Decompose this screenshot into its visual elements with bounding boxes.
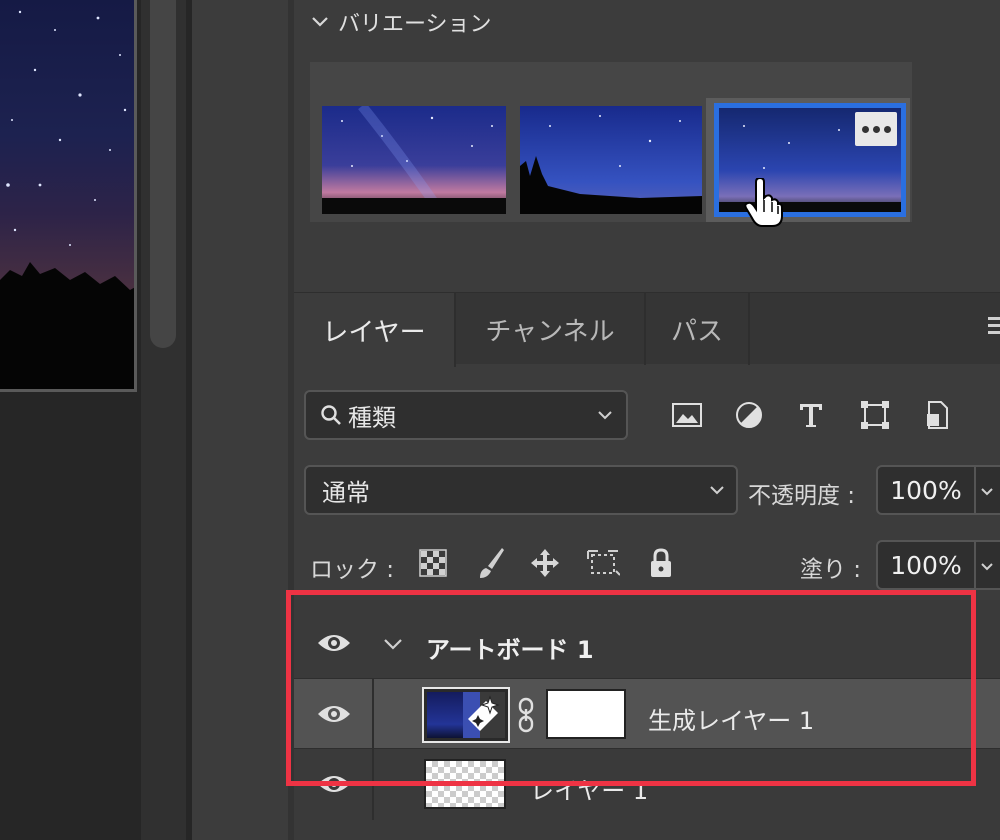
layer-row-artboard[interactable]: アートボード 1 — [294, 608, 1000, 678]
tab-layers[interactable]: レイヤー — [294, 293, 456, 367]
tab-paths[interactable]: パス — [646, 293, 750, 365]
lock-artboard-nesting-icon[interactable] — [586, 546, 620, 580]
chevron-down-icon[interactable] — [382, 634, 404, 654]
lock-position-move-icon[interactable] — [528, 546, 562, 580]
visibility-eye-icon[interactable] — [316, 630, 352, 656]
opacity-input[interactable]: 100% — [876, 465, 976, 515]
canvas-night-sky-image[interactable] — [0, 0, 137, 392]
chevron-down-icon — [981, 488, 993, 496]
shape-layer-filter-icon[interactable] — [858, 398, 892, 432]
layer-row-generative[interactable]: 生成レイヤー 1 — [294, 678, 1000, 748]
layer-name[interactable]: アートボード 1 — [426, 630, 594, 665]
row-divider — [372, 679, 374, 748]
variation-thumbnail-3[interactable] — [714, 103, 906, 217]
layer-name[interactable]: 生成レイヤー 1 — [648, 701, 814, 736]
adjustment-layer-filter-icon[interactable] — [732, 398, 766, 432]
smart-object-filter-icon[interactable] — [920, 398, 954, 432]
panel-menu-icon[interactable] — [988, 317, 1000, 338]
layer-filter-label: 種類 — [348, 403, 396, 432]
layers-panel-tabs: レイヤー チャンネル パス — [294, 292, 1000, 367]
variation-thumbnail-1[interactable] — [322, 106, 506, 214]
opacity-dropdown-button[interactable] — [976, 465, 1000, 515]
variations-strip — [310, 62, 912, 222]
lock-label: ロック : — [310, 557, 395, 583]
lock-image-pixels-brush-icon[interactable] — [474, 546, 508, 580]
type-layer-filter-icon[interactable] — [794, 398, 828, 432]
layer-name[interactable]: レイヤー 1 — [530, 771, 648, 806]
fill-label: 塗り : — [800, 557, 862, 583]
variation-thumbnail-2[interactable] — [520, 106, 702, 214]
fill-input[interactable]: 100% — [876, 540, 976, 590]
search-icon — [321, 405, 341, 425]
visibility-eye-icon[interactable] — [316, 701, 352, 727]
chevron-down-icon[interactable] — [310, 12, 330, 32]
lock-all-padlock-icon[interactable] — [644, 546, 678, 580]
document-canvas-area — [0, 0, 192, 840]
mask-link-chain-icon[interactable] — [516, 697, 536, 733]
row-divider — [372, 749, 374, 820]
generative-layer-thumbnail[interactable] — [422, 687, 510, 743]
tab-channels[interactable]: チャンネル — [456, 293, 646, 365]
layer-filter-select[interactable]: 種類 — [304, 390, 628, 440]
more-options-button[interactable] — [855, 112, 897, 146]
generative-sparkle-icon — [468, 695, 500, 731]
visibility-eye-icon[interactable] — [316, 771, 352, 797]
layers-list: アートボード 1 生成レイヤー 1 レイヤー 1 — [294, 600, 1000, 840]
layer-row-pixel[interactable]: レイヤー 1 — [294, 748, 1000, 820]
lock-transparent-pixels-icon[interactable] — [416, 546, 450, 580]
layer-mask-thumbnail[interactable] — [546, 689, 626, 739]
blend-mode-value: 通常 — [322, 478, 370, 507]
variations-section-header[interactable]: バリエーション — [310, 8, 492, 37]
hand-pointer-cursor-icon — [744, 178, 783, 227]
opacity-label: 不透明度 : — [748, 483, 856, 509]
variation-thumbnail-3-selected[interactable] — [706, 98, 910, 222]
chevron-down-icon — [598, 411, 612, 420]
chevron-down-icon — [710, 486, 724, 495]
canvas-scrollbar-thumb[interactable] — [150, 0, 176, 348]
variations-title: バリエーション — [338, 12, 492, 37]
pixel-layer-filter-icon[interactable] — [670, 398, 704, 432]
transparent-layer-thumbnail[interactable] — [424, 759, 506, 809]
blend-mode-select[interactable]: 通常 — [304, 465, 738, 515]
fill-dropdown-button[interactable] — [976, 540, 1000, 590]
chevron-down-icon — [981, 563, 993, 571]
